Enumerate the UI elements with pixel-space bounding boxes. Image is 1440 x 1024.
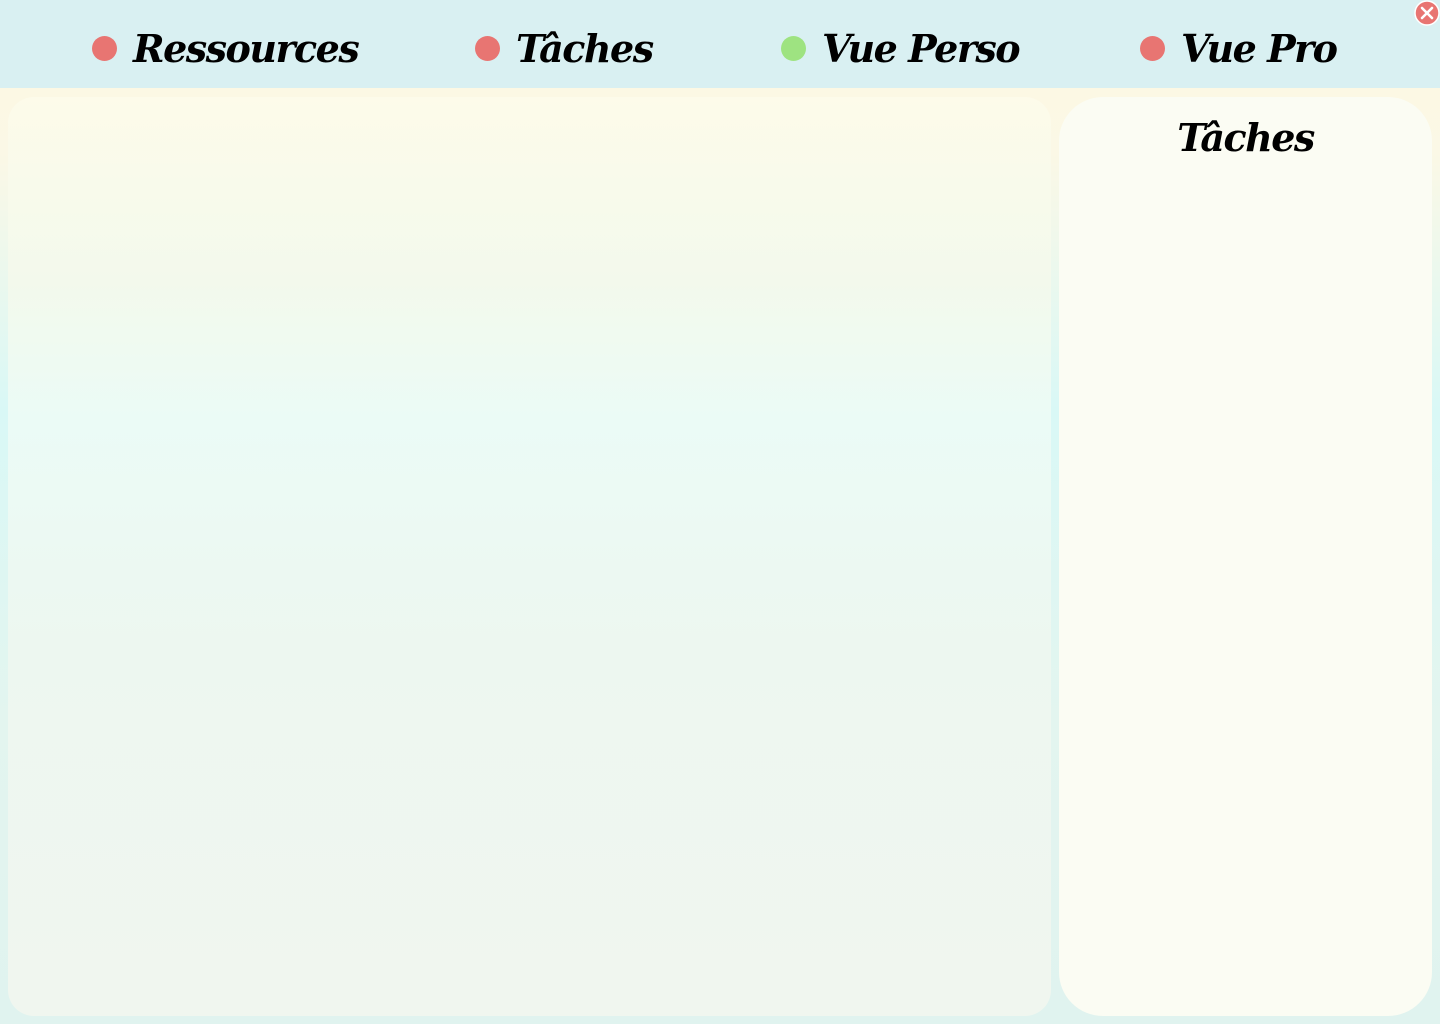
close-button[interactable] xyxy=(1414,0,1440,26)
nav-label-ressources: Ressources xyxy=(133,25,360,71)
nav-label-taches: Tâches xyxy=(516,25,654,71)
close-icon xyxy=(1414,0,1440,26)
top-navigation-bar: Ressources Tâches Vue Perso Vue Pro xyxy=(0,0,1440,88)
status-dot-vue-perso xyxy=(781,35,806,61)
nav-label-vue-pro: Vue Pro xyxy=(1181,25,1338,71)
tasks-side-panel: Tâches xyxy=(1059,97,1432,1016)
side-panel-title: Tâches xyxy=(1177,115,1315,160)
nav-label-vue-perso: Vue Perso xyxy=(822,25,1021,71)
nav-item-vue-pro[interactable]: Vue Pro xyxy=(1140,18,1338,78)
status-dot-ressources xyxy=(92,35,117,61)
nav-item-vue-perso[interactable]: Vue Perso xyxy=(781,18,1021,78)
status-dot-taches xyxy=(475,35,500,61)
main-content-panel xyxy=(8,97,1051,1016)
nav-item-ressources[interactable]: Ressources xyxy=(92,18,360,78)
status-dot-vue-pro xyxy=(1140,35,1165,61)
nav-item-taches[interactable]: Tâches xyxy=(475,18,654,78)
